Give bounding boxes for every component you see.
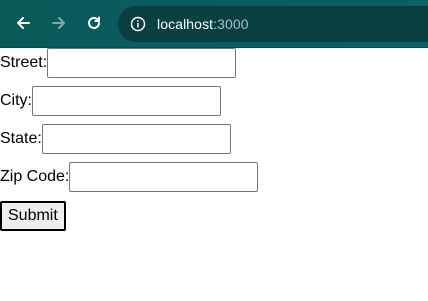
submit-button[interactable]: Submit (0, 201, 66, 231)
city-label: City: (0, 92, 32, 109)
state-label: State: (0, 130, 42, 147)
zip-code-label: Zip Code: (0, 168, 70, 185)
street-row: Street: (0, 48, 237, 78)
state-row: State: (0, 124, 231, 154)
street-label: Street: (0, 54, 48, 71)
url-host: localhost (157, 16, 214, 32)
forward-arrow-icon[interactable] (48, 12, 70, 34)
url-text: localhost:3000 (157, 16, 249, 32)
city-input[interactable] (32, 86, 221, 116)
street-input[interactable] (47, 48, 237, 78)
browser-toolbar: localhost:3000 (0, 0, 428, 48)
back-arrow-icon[interactable] (12, 12, 34, 34)
city-row: City: (0, 86, 221, 116)
address-bar[interactable]: localhost:3000 (118, 6, 428, 42)
reload-icon[interactable] (83, 12, 105, 34)
zip-code-row: Zip Code: (0, 162, 259, 192)
zip-code-input[interactable] (69, 162, 259, 192)
state-input[interactable] (41, 124, 231, 154)
url-port: :3000 (213, 16, 249, 32)
site-info-icon[interactable] (130, 16, 146, 32)
